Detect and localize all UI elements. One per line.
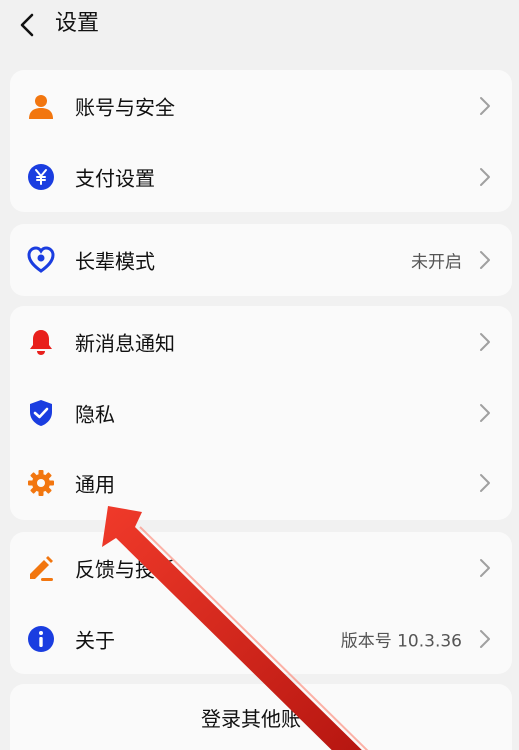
settings-item-general[interactable]: 通用 — [10, 448, 512, 518]
chevron-right-icon — [480, 333, 490, 351]
settings-item-label: 账号与安全 — [75, 95, 175, 120]
login-other-account-label: 登录其他账号 — [201, 706, 321, 731]
login-other-account-button[interactable]: 登录其他账号 — [10, 684, 512, 750]
settings-item-label: 支付设置 — [75, 166, 155, 191]
settings-item-privacy[interactable]: 隐私 — [10, 378, 512, 448]
chevron-right-icon — [480, 404, 490, 422]
page-title: 设置 — [55, 11, 100, 36]
version-number: 版本号 10.3.36 — [340, 631, 462, 652]
settings-item-label: 通用 — [75, 472, 115, 497]
settings-item-payment[interactable]: 支付设置 — [10, 142, 512, 212]
settings-item-feedback[interactable]: 反馈与投诉 — [10, 533, 512, 603]
back-button[interactable] — [12, 10, 42, 40]
support-card: 反馈与投诉 关于 版本号 10.3.36 — [10, 532, 512, 674]
account-card: 账号与安全 支付设置 — [10, 70, 512, 212]
settings-page: 设置 账号与安全 支付设置 长辈模式 未开启 新消息通知 隐私 通用 反馈与投诉… — [0, 0, 519, 750]
heart-icon — [26, 245, 56, 275]
edit-icon — [26, 553, 56, 583]
settings-item-account-security[interactable]: 账号与安全 — [10, 71, 512, 141]
general-card: 新消息通知 隐私 通用 — [10, 306, 512, 520]
chevron-right-icon — [480, 168, 490, 186]
settings-item-label: 反馈与投诉 — [75, 557, 175, 582]
settings-item-label: 隐私 — [75, 402, 115, 427]
bell-icon — [26, 327, 56, 357]
settings-item-elder-mode[interactable]: 长辈模式 未开启 — [10, 225, 512, 295]
chevron-right-icon — [480, 630, 490, 648]
gear-icon — [26, 468, 56, 498]
settings-item-about[interactable]: 关于 版本号 10.3.36 — [10, 604, 512, 674]
chevron-right-icon — [480, 251, 490, 269]
yuan-icon — [26, 162, 56, 192]
back-arrow-icon — [20, 13, 34, 37]
elder-mode-status: 未开启 — [411, 252, 462, 273]
settings-item-label: 长辈模式 — [75, 249, 155, 274]
shield-icon — [26, 398, 56, 428]
settings-item-notifications[interactable]: 新消息通知 — [10, 307, 512, 377]
info-icon — [26, 624, 56, 654]
header: 设置 — [0, 0, 519, 50]
chevron-right-icon — [480, 559, 490, 577]
chevron-right-icon — [480, 474, 490, 492]
settings-item-label: 关于 — [75, 628, 115, 653]
person-icon — [26, 91, 56, 121]
settings-item-label: 新消息通知 — [75, 331, 175, 356]
chevron-right-icon — [480, 97, 490, 115]
elder-mode-card: 长辈模式 未开启 — [10, 224, 512, 296]
